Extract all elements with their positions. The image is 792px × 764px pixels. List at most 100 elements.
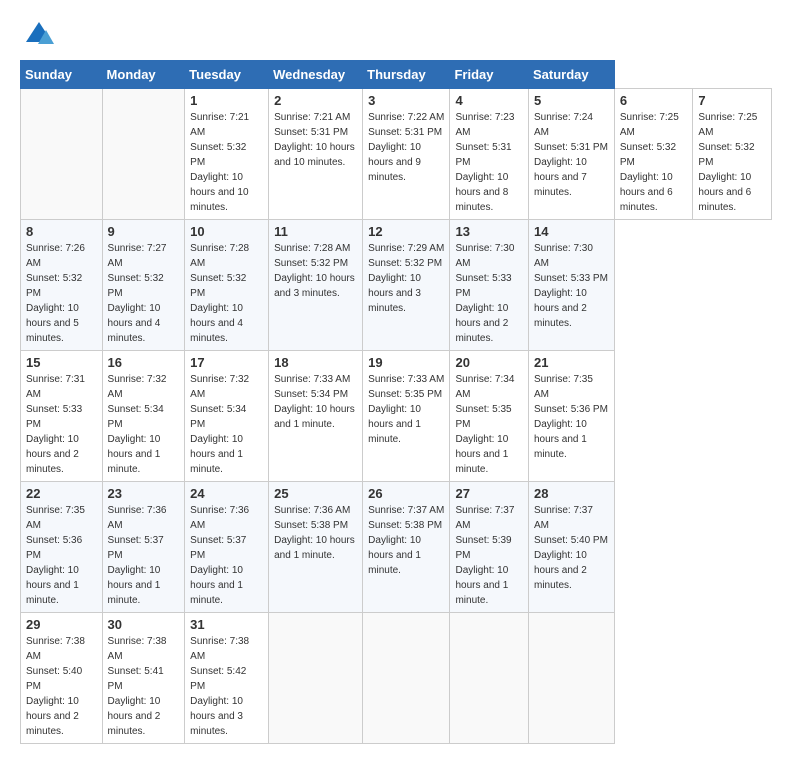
day-number: 17 [190,355,263,370]
day-number: 22 [26,486,97,501]
calendar-cell: 21 Sunrise: 7:35 AM Sunset: 5:36 PM Dayl… [529,351,615,482]
calendar-cell: 9 Sunrise: 7:27 AM Sunset: 5:32 PM Dayli… [102,220,185,351]
day-info: Sunrise: 7:38 AM Sunset: 5:41 PM Dayligh… [108,634,180,739]
calendar-cell: 14 Sunrise: 7:30 AM Sunset: 5:33 PM Dayl… [529,220,615,351]
calendar-cell [450,613,529,744]
day-info: Sunrise: 7:34 AM Sunset: 5:35 PM Dayligh… [455,372,523,477]
calendar-cell: 1 Sunrise: 7:21 AM Sunset: 5:32 PM Dayli… [185,89,269,220]
day-info: Sunrise: 7:21 AM Sunset: 5:32 PM Dayligh… [190,110,263,215]
calendar-cell [102,89,185,220]
day-info: Sunrise: 7:25 AM Sunset: 5:32 PM Dayligh… [620,110,688,215]
day-info: Sunrise: 7:30 AM Sunset: 5:33 PM Dayligh… [534,241,609,331]
calendar-cell: 6 Sunrise: 7:25 AM Sunset: 5:32 PM Dayli… [614,89,693,220]
calendar-week-row: 1 Sunrise: 7:21 AM Sunset: 5:32 PM Dayli… [21,89,772,220]
calendar-cell: 23 Sunrise: 7:36 AM Sunset: 5:37 PM Dayl… [102,482,185,613]
day-number: 18 [274,355,357,370]
day-info: Sunrise: 7:32 AM Sunset: 5:34 PM Dayligh… [108,372,180,477]
day-number: 10 [190,224,263,239]
day-number: 14 [534,224,609,239]
calendar-cell: 2 Sunrise: 7:21 AM Sunset: 5:31 PM Dayli… [269,89,363,220]
day-info: Sunrise: 7:22 AM Sunset: 5:31 PM Dayligh… [368,110,444,185]
calendar-week-row: 29 Sunrise: 7:38 AM Sunset: 5:40 PM Dayl… [21,613,772,744]
calendar-cell: 4 Sunrise: 7:23 AM Sunset: 5:31 PM Dayli… [450,89,529,220]
calendar-cell: 13 Sunrise: 7:30 AM Sunset: 5:33 PM Dayl… [450,220,529,351]
calendar-cell: 11 Sunrise: 7:28 AM Sunset: 5:32 PM Dayl… [269,220,363,351]
day-info: Sunrise: 7:38 AM Sunset: 5:40 PM Dayligh… [26,634,97,739]
day-number: 13 [455,224,523,239]
day-info: Sunrise: 7:31 AM Sunset: 5:33 PM Dayligh… [26,372,97,477]
calendar-cell: 17 Sunrise: 7:32 AM Sunset: 5:34 PM Dayl… [185,351,269,482]
logo [20,20,54,50]
calendar-cell [529,613,615,744]
day-info: Sunrise: 7:33 AM Sunset: 5:35 PM Dayligh… [368,372,444,447]
weekday-header-monday: Monday [102,61,185,89]
weekday-header-saturday: Saturday [529,61,615,89]
calendar-cell: 28 Sunrise: 7:37 AM Sunset: 5:40 PM Dayl… [529,482,615,613]
day-info: Sunrise: 7:37 AM Sunset: 5:39 PM Dayligh… [455,503,523,608]
day-number: 11 [274,224,357,239]
calendar-cell: 10 Sunrise: 7:28 AM Sunset: 5:32 PM Dayl… [185,220,269,351]
day-info: Sunrise: 7:23 AM Sunset: 5:31 PM Dayligh… [455,110,523,215]
day-number: 24 [190,486,263,501]
calendar-cell [21,89,103,220]
calendar-cell: 20 Sunrise: 7:34 AM Sunset: 5:35 PM Dayl… [450,351,529,482]
day-info: Sunrise: 7:24 AM Sunset: 5:31 PM Dayligh… [534,110,609,200]
day-number: 28 [534,486,609,501]
calendar-cell: 5 Sunrise: 7:24 AM Sunset: 5:31 PM Dayli… [529,89,615,220]
day-info: Sunrise: 7:30 AM Sunset: 5:33 PM Dayligh… [455,241,523,346]
day-info: Sunrise: 7:37 AM Sunset: 5:38 PM Dayligh… [368,503,444,578]
day-number: 15 [26,355,97,370]
weekday-header-thursday: Thursday [363,61,450,89]
day-info: Sunrise: 7:25 AM Sunset: 5:32 PM Dayligh… [698,110,766,215]
day-number: 7 [698,93,766,108]
calendar-cell: 25 Sunrise: 7:36 AM Sunset: 5:38 PM Dayl… [269,482,363,613]
calendar-cell: 18 Sunrise: 7:33 AM Sunset: 5:34 PM Dayl… [269,351,363,482]
calendar-cell: 16 Sunrise: 7:32 AM Sunset: 5:34 PM Dayl… [102,351,185,482]
day-number: 31 [190,617,263,632]
weekday-header-sunday: Sunday [21,61,103,89]
day-number: 23 [108,486,180,501]
day-number: 30 [108,617,180,632]
page-header [20,20,772,50]
day-info: Sunrise: 7:37 AM Sunset: 5:40 PM Dayligh… [534,503,609,593]
day-number: 9 [108,224,180,239]
day-info: Sunrise: 7:28 AM Sunset: 5:32 PM Dayligh… [274,241,357,301]
calendar-week-row: 8 Sunrise: 7:26 AM Sunset: 5:32 PM Dayli… [21,220,772,351]
calendar-cell: 12 Sunrise: 7:29 AM Sunset: 5:32 PM Dayl… [363,220,450,351]
calendar-week-row: 22 Sunrise: 7:35 AM Sunset: 5:36 PM Dayl… [21,482,772,613]
weekday-header-friday: Friday [450,61,529,89]
day-number: 16 [108,355,180,370]
weekday-header-tuesday: Tuesday [185,61,269,89]
calendar-cell: 7 Sunrise: 7:25 AM Sunset: 5:32 PM Dayli… [693,89,772,220]
day-number: 4 [455,93,523,108]
day-number: 3 [368,93,444,108]
day-number: 5 [534,93,609,108]
day-number: 20 [455,355,523,370]
day-number: 27 [455,486,523,501]
calendar-header-row: SundayMondayTuesdayWednesdayThursdayFrid… [21,61,772,89]
day-number: 8 [26,224,97,239]
day-info: Sunrise: 7:36 AM Sunset: 5:37 PM Dayligh… [108,503,180,608]
calendar-cell: 3 Sunrise: 7:22 AM Sunset: 5:31 PM Dayli… [363,89,450,220]
calendar-cell [269,613,363,744]
day-info: Sunrise: 7:35 AM Sunset: 5:36 PM Dayligh… [534,372,609,462]
day-number: 1 [190,93,263,108]
day-info: Sunrise: 7:29 AM Sunset: 5:32 PM Dayligh… [368,241,444,316]
calendar-cell: 8 Sunrise: 7:26 AM Sunset: 5:32 PM Dayli… [21,220,103,351]
calendar-week-row: 15 Sunrise: 7:31 AM Sunset: 5:33 PM Dayl… [21,351,772,482]
day-info: Sunrise: 7:21 AM Sunset: 5:31 PM Dayligh… [274,110,357,170]
day-number: 26 [368,486,444,501]
calendar-cell: 15 Sunrise: 7:31 AM Sunset: 5:33 PM Dayl… [21,351,103,482]
calendar-cell: 26 Sunrise: 7:37 AM Sunset: 5:38 PM Dayl… [363,482,450,613]
day-number: 21 [534,355,609,370]
calendar-cell: 31 Sunrise: 7:38 AM Sunset: 5:42 PM Dayl… [185,613,269,744]
day-info: Sunrise: 7:35 AM Sunset: 5:36 PM Dayligh… [26,503,97,608]
calendar-table: SundayMondayTuesdayWednesdayThursdayFrid… [20,60,772,744]
calendar-cell [363,613,450,744]
day-info: Sunrise: 7:36 AM Sunset: 5:38 PM Dayligh… [274,503,357,563]
day-info: Sunrise: 7:26 AM Sunset: 5:32 PM Dayligh… [26,241,97,346]
day-info: Sunrise: 7:27 AM Sunset: 5:32 PM Dayligh… [108,241,180,346]
day-number: 12 [368,224,444,239]
day-info: Sunrise: 7:33 AM Sunset: 5:34 PM Dayligh… [274,372,357,432]
calendar-cell: 29 Sunrise: 7:38 AM Sunset: 5:40 PM Dayl… [21,613,103,744]
